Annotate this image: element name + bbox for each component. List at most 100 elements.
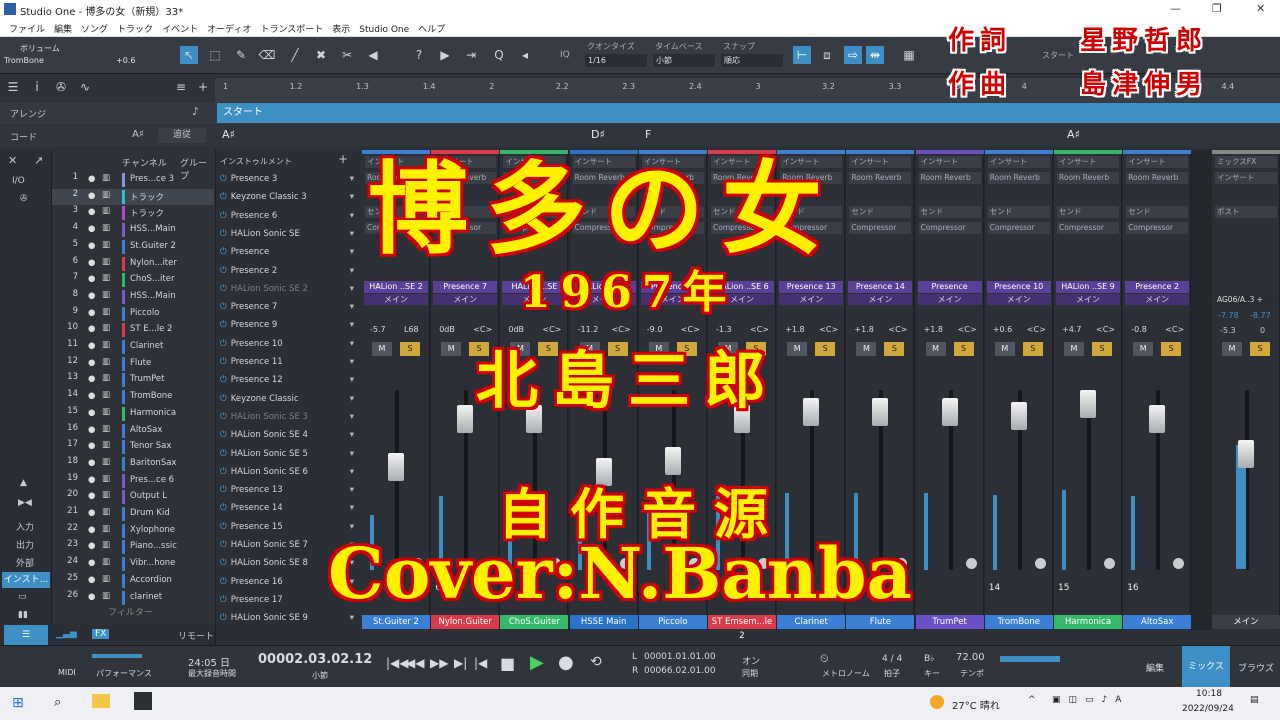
dropdown-icon[interactable]: ▾ xyxy=(350,211,354,221)
tray-chevron-icon[interactable]: ^ xyxy=(1028,695,1036,705)
volume-fader[interactable] xyxy=(457,405,474,433)
dropdown-icon[interactable]: ▾ xyxy=(350,522,354,532)
stop-button[interactable]: ■ xyxy=(500,654,515,673)
time-signature[interactable]: 4 / 4 xyxy=(882,654,902,664)
track-row[interactable]: 2 ● ▥ トラック xyxy=(52,188,214,206)
volume-fader[interactable] xyxy=(1149,405,1166,433)
mute-button[interactable]: M xyxy=(787,342,808,356)
track-row[interactable]: 14 ● ▥ TromBone xyxy=(52,389,214,406)
channel-name[interactable]: Flute xyxy=(846,615,915,629)
power-icon[interactable]: ⏻ xyxy=(220,357,227,367)
channel-name[interactable]: Harmonica xyxy=(1054,615,1122,629)
record-dot-icon[interactable]: ● xyxy=(88,258,95,268)
volume-fader[interactable] xyxy=(1010,402,1027,430)
send-slot[interactable]: センド xyxy=(987,206,1050,218)
midi-icon[interactable]: ▥ xyxy=(102,440,110,450)
power-icon[interactable]: ⏻ xyxy=(220,522,227,532)
record-dot-icon[interactable]: ● xyxy=(88,191,95,201)
split-tool-icon[interactable]: ✂ xyxy=(338,46,356,64)
track-name[interactable]: Xylophone xyxy=(130,525,175,535)
power-icon[interactable]: ⏻ xyxy=(220,613,227,623)
speaker-icon[interactable]: ◂ xyxy=(516,46,534,64)
midi-icon[interactable]: ▥ xyxy=(102,240,110,250)
inspector-wrench-icon[interactable]: ✇ xyxy=(20,194,28,204)
loop-follow-icon[interactable]: ⇹ xyxy=(866,46,884,64)
track-name[interactable]: HSS...Main xyxy=(130,224,176,234)
power-icon[interactable]: ⏻ xyxy=(220,174,227,184)
power-icon[interactable]: ⏻ xyxy=(220,540,227,550)
record-dot-icon[interactable]: ● xyxy=(88,374,95,384)
master-mute-button[interactable]: M xyxy=(1222,342,1242,356)
track-name[interactable]: Tenor Sax xyxy=(130,441,171,451)
remote-label[interactable]: リモート xyxy=(178,629,214,642)
menu-event[interactable]: イベント xyxy=(162,22,198,35)
midi-icon[interactable]: ▥ xyxy=(102,457,110,467)
send-plugin[interactable]: Compressor xyxy=(987,222,1050,234)
dropdown-icon[interactable]: ▾ xyxy=(350,247,354,257)
midi-icon[interactable]: ▥ xyxy=(102,524,110,534)
insert-slot[interactable]: インサート xyxy=(987,156,1050,168)
insert-plugin[interactable]: Room Reverb xyxy=(987,172,1050,184)
power-icon[interactable]: ⏻ xyxy=(220,485,227,495)
panel-icon[interactable]: ▭ xyxy=(18,592,27,602)
master-post-label[interactable]: ポスト xyxy=(1215,206,1277,218)
power-icon[interactable]: ⏻ xyxy=(220,558,227,568)
search-icon[interactable]: Q xyxy=(490,46,508,64)
weather-text[interactable]: 27°C 晴れ xyxy=(952,697,1000,712)
track-name[interactable]: トラック xyxy=(130,191,164,203)
menu-icon[interactable]: ☰ xyxy=(4,625,48,645)
record-dot-icon[interactable]: ● xyxy=(88,541,95,551)
master-fader[interactable] xyxy=(1238,440,1254,468)
menu-help[interactable]: ヘルプ xyxy=(418,22,445,35)
midi-icon[interactable]: ▥ xyxy=(102,190,110,200)
instrument-row[interactable]: ⏻ HALion Sonic SE 6 ▾ xyxy=(220,467,360,485)
forward-button[interactable]: ▶▶ xyxy=(430,656,448,670)
track-row[interactable]: 5 ● ▥ St.Guiter 2 xyxy=(52,239,214,256)
power-icon[interactable]: ⏻ xyxy=(220,412,227,422)
insert-slot[interactable]: インサート xyxy=(1057,156,1119,168)
insert-plugin[interactable]: Room Reverb xyxy=(849,172,912,184)
midi-icon[interactable]: ▥ xyxy=(102,173,110,183)
mute-button[interactable]: M xyxy=(994,342,1015,356)
inspector-up-icon[interactable]: ▲ xyxy=(20,478,27,488)
solo-button[interactable]: S xyxy=(400,342,420,356)
power-icon[interactable]: ⏻ xyxy=(220,394,227,404)
channel-name[interactable]: Piccolo xyxy=(638,615,707,629)
tempo-value[interactable]: 72.00 xyxy=(956,652,985,663)
instrument-row[interactable]: ⏻ Presence 2 ▾ xyxy=(220,266,360,284)
power-icon[interactable]: ⏻ xyxy=(220,247,227,257)
midi-icon[interactable]: ▥ xyxy=(102,206,110,216)
power-icon[interactable]: ⏻ xyxy=(220,449,227,459)
solo-button[interactable]: S xyxy=(1022,342,1043,356)
send-slot[interactable]: センド xyxy=(849,206,912,218)
dropdown-icon[interactable]: ▾ xyxy=(350,412,354,422)
power-icon[interactable]: ⏻ xyxy=(220,229,227,239)
record-dot-icon[interactable]: ● xyxy=(88,224,95,234)
midi-icon[interactable]: ▥ xyxy=(102,407,110,417)
explorer-icon[interactable] xyxy=(92,694,110,708)
mix-fx-label[interactable]: ミックスFX xyxy=(1215,156,1277,168)
wrench-icon[interactable]: ✇ xyxy=(52,78,70,96)
info-icon[interactable]: i xyxy=(28,78,46,96)
range-tool-icon[interactable]: ⬚ xyxy=(206,46,224,64)
channel-name[interactable]: AltoSax xyxy=(1123,615,1192,629)
instrument-row[interactable]: ⏻ HALion Sonic SE 2 ▾ xyxy=(220,284,360,302)
menu-song[interactable]: ソング xyxy=(81,22,108,35)
record-button[interactable]: ● xyxy=(558,652,574,673)
record-dot-icon[interactable]: ● xyxy=(88,207,95,217)
track-row[interactable]: 11 ● ▥ Clarinet xyxy=(52,339,214,356)
instrument-row[interactable]: ⏻ Presence 7 ▾ xyxy=(220,302,360,320)
output-main[interactable]: メイン xyxy=(1125,294,1190,305)
iq-label[interactable]: IQ xyxy=(560,50,570,60)
instrument-output[interactable]: Presence 14 xyxy=(848,281,913,293)
power-icon[interactable]: ⏻ xyxy=(220,430,227,440)
midi-icon[interactable]: ▥ xyxy=(102,340,110,350)
channel-name[interactable]: Clarinet xyxy=(777,615,846,629)
dropdown-icon[interactable]: ▾ xyxy=(350,430,354,440)
instrument-output[interactable]: Presence 7 xyxy=(433,281,498,293)
output-main[interactable]: メイン xyxy=(779,294,844,305)
record-dot-icon[interactable]: ● xyxy=(88,274,95,284)
master-output[interactable]: AG06/A..3 + xyxy=(1215,294,1277,306)
instrument-row[interactable]: ⏻ Presence 6 ▾ xyxy=(220,211,360,229)
solo-button[interactable]: S xyxy=(1092,342,1112,356)
